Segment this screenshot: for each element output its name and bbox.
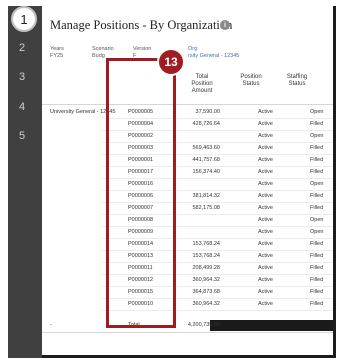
position-status-cell: Active (258, 229, 273, 235)
total-amount-cell: 4,200,739.80 (187, 322, 220, 328)
total-bar (210, 320, 333, 331)
position-status-cell: Active (258, 121, 273, 127)
position-amount-cell: 153,768.24 (192, 253, 220, 259)
staffing-status-cell: Open (310, 109, 324, 115)
app-window: Manage Positions - By Organization i Yea… (42, 6, 336, 358)
position-amount-cell: 381,814.32 (192, 193, 220, 199)
position-amount-cell: 428,726.64 (192, 121, 220, 127)
position-status-cell: Active (258, 193, 273, 199)
step-3-indicator[interactable]: 3 (19, 71, 25, 83)
position-amount-cell: 156,374.40 (192, 169, 220, 175)
filter-org[interactable]: Org rsity General - 12345 (188, 46, 239, 60)
filter-scenario-label: Scenario (92, 46, 114, 52)
staffing-status-cell: Open (310, 229, 324, 235)
filter-years-label: Years (50, 46, 64, 52)
step-4-indicator[interactable]: 4 (19, 101, 25, 113)
position-amount-cell: 569,463.60 (192, 145, 220, 151)
position-status-cell: Active (258, 109, 273, 115)
position-amount-cell (172, 215, 220, 226)
staffing-status-cell: Filled (310, 301, 324, 307)
position-status-cell: Active (258, 265, 273, 271)
staffing-status-cell: Filled (310, 277, 324, 283)
column-header-position-status[interactable]: Position Status (236, 74, 266, 88)
position-amount-cell: 582,175.08 (192, 205, 220, 211)
position-amount-cell: 364,873.68 (192, 289, 220, 295)
staffing-status-cell: Open (310, 133, 324, 139)
position-amount-cell: 37,590.00 (195, 109, 220, 115)
staffing-status-cell: Filled (310, 253, 324, 259)
filter-years[interactable]: Years FY25 (50, 46, 64, 60)
position-amount-cell (172, 131, 220, 142)
staffing-status-cell: Filled (310, 205, 324, 211)
position-status-cell: Active (258, 217, 273, 223)
staffing-status-cell: Filled (310, 193, 324, 199)
column-header-staffing-status[interactable]: Staffing Status (282, 74, 312, 88)
position-status-cell: Active (258, 181, 273, 187)
staffing-status-cell: Open (310, 181, 324, 187)
staffing-status-cell: Filled (310, 157, 324, 163)
staffing-status-cell: Filled (310, 169, 324, 175)
total-org-cell: - (50, 322, 52, 328)
filter-version-label: Version (133, 46, 152, 52)
position-amount-cell: 360,964.32 (192, 301, 220, 307)
position-status-cell: Active (258, 301, 273, 307)
page-title: Manage Positions - By Organization (50, 18, 233, 32)
filter-years-value: FY25 (50, 53, 64, 59)
position-amount-cell (172, 227, 220, 238)
total-divider (42, 332, 333, 333)
filter-org-value: rsity General - 12345 (188, 53, 240, 59)
position-status-cell: Active (258, 205, 273, 211)
position-amount-cell: 441,757.68 (192, 157, 220, 163)
callout-highlight-box (106, 58, 176, 328)
staffing-status-cell: Filled (310, 289, 324, 295)
position-status-cell: Active (258, 169, 273, 175)
step-2-indicator[interactable]: 2 (19, 42, 25, 54)
position-amount-cell (172, 179, 220, 190)
step-1-indicator[interactable]: 1 (11, 6, 37, 32)
position-amount-cell: 153,768.24 (192, 241, 220, 247)
staffing-status-cell: Open (310, 217, 324, 223)
filter-org-label: Org (188, 46, 198, 52)
position-status-cell: Active (258, 289, 273, 295)
position-status-cell: Active (258, 253, 273, 259)
staffing-status-cell: Filled (310, 265, 324, 271)
position-status-cell: Active (258, 133, 273, 139)
position-status-cell: Active (258, 241, 273, 247)
callout-number-badge: 13 (157, 48, 185, 76)
step-5-indicator[interactable]: 5 (19, 130, 25, 142)
staffing-status-cell: Filled (310, 241, 324, 247)
column-header-total-position-amount[interactable]: Total Position Amount (186, 74, 218, 95)
staffing-status-cell: Filled (310, 145, 324, 151)
step-rail (8, 6, 42, 358)
staffing-status-cell: Filled (310, 121, 324, 127)
header-divider (42, 104, 333, 105)
position-amount-cell: 360,964.32 (192, 277, 220, 283)
screenshot-frame: 1 2 3 4 5 Manage Positions - By Organiza… (0, 0, 342, 361)
position-status-cell: Active (258, 157, 273, 163)
position-status-cell: Active (258, 277, 273, 283)
info-icon[interactable]: i (220, 20, 230, 30)
position-amount-cell: 208,499.28 (192, 265, 220, 271)
position-status-cell: Active (258, 145, 273, 151)
